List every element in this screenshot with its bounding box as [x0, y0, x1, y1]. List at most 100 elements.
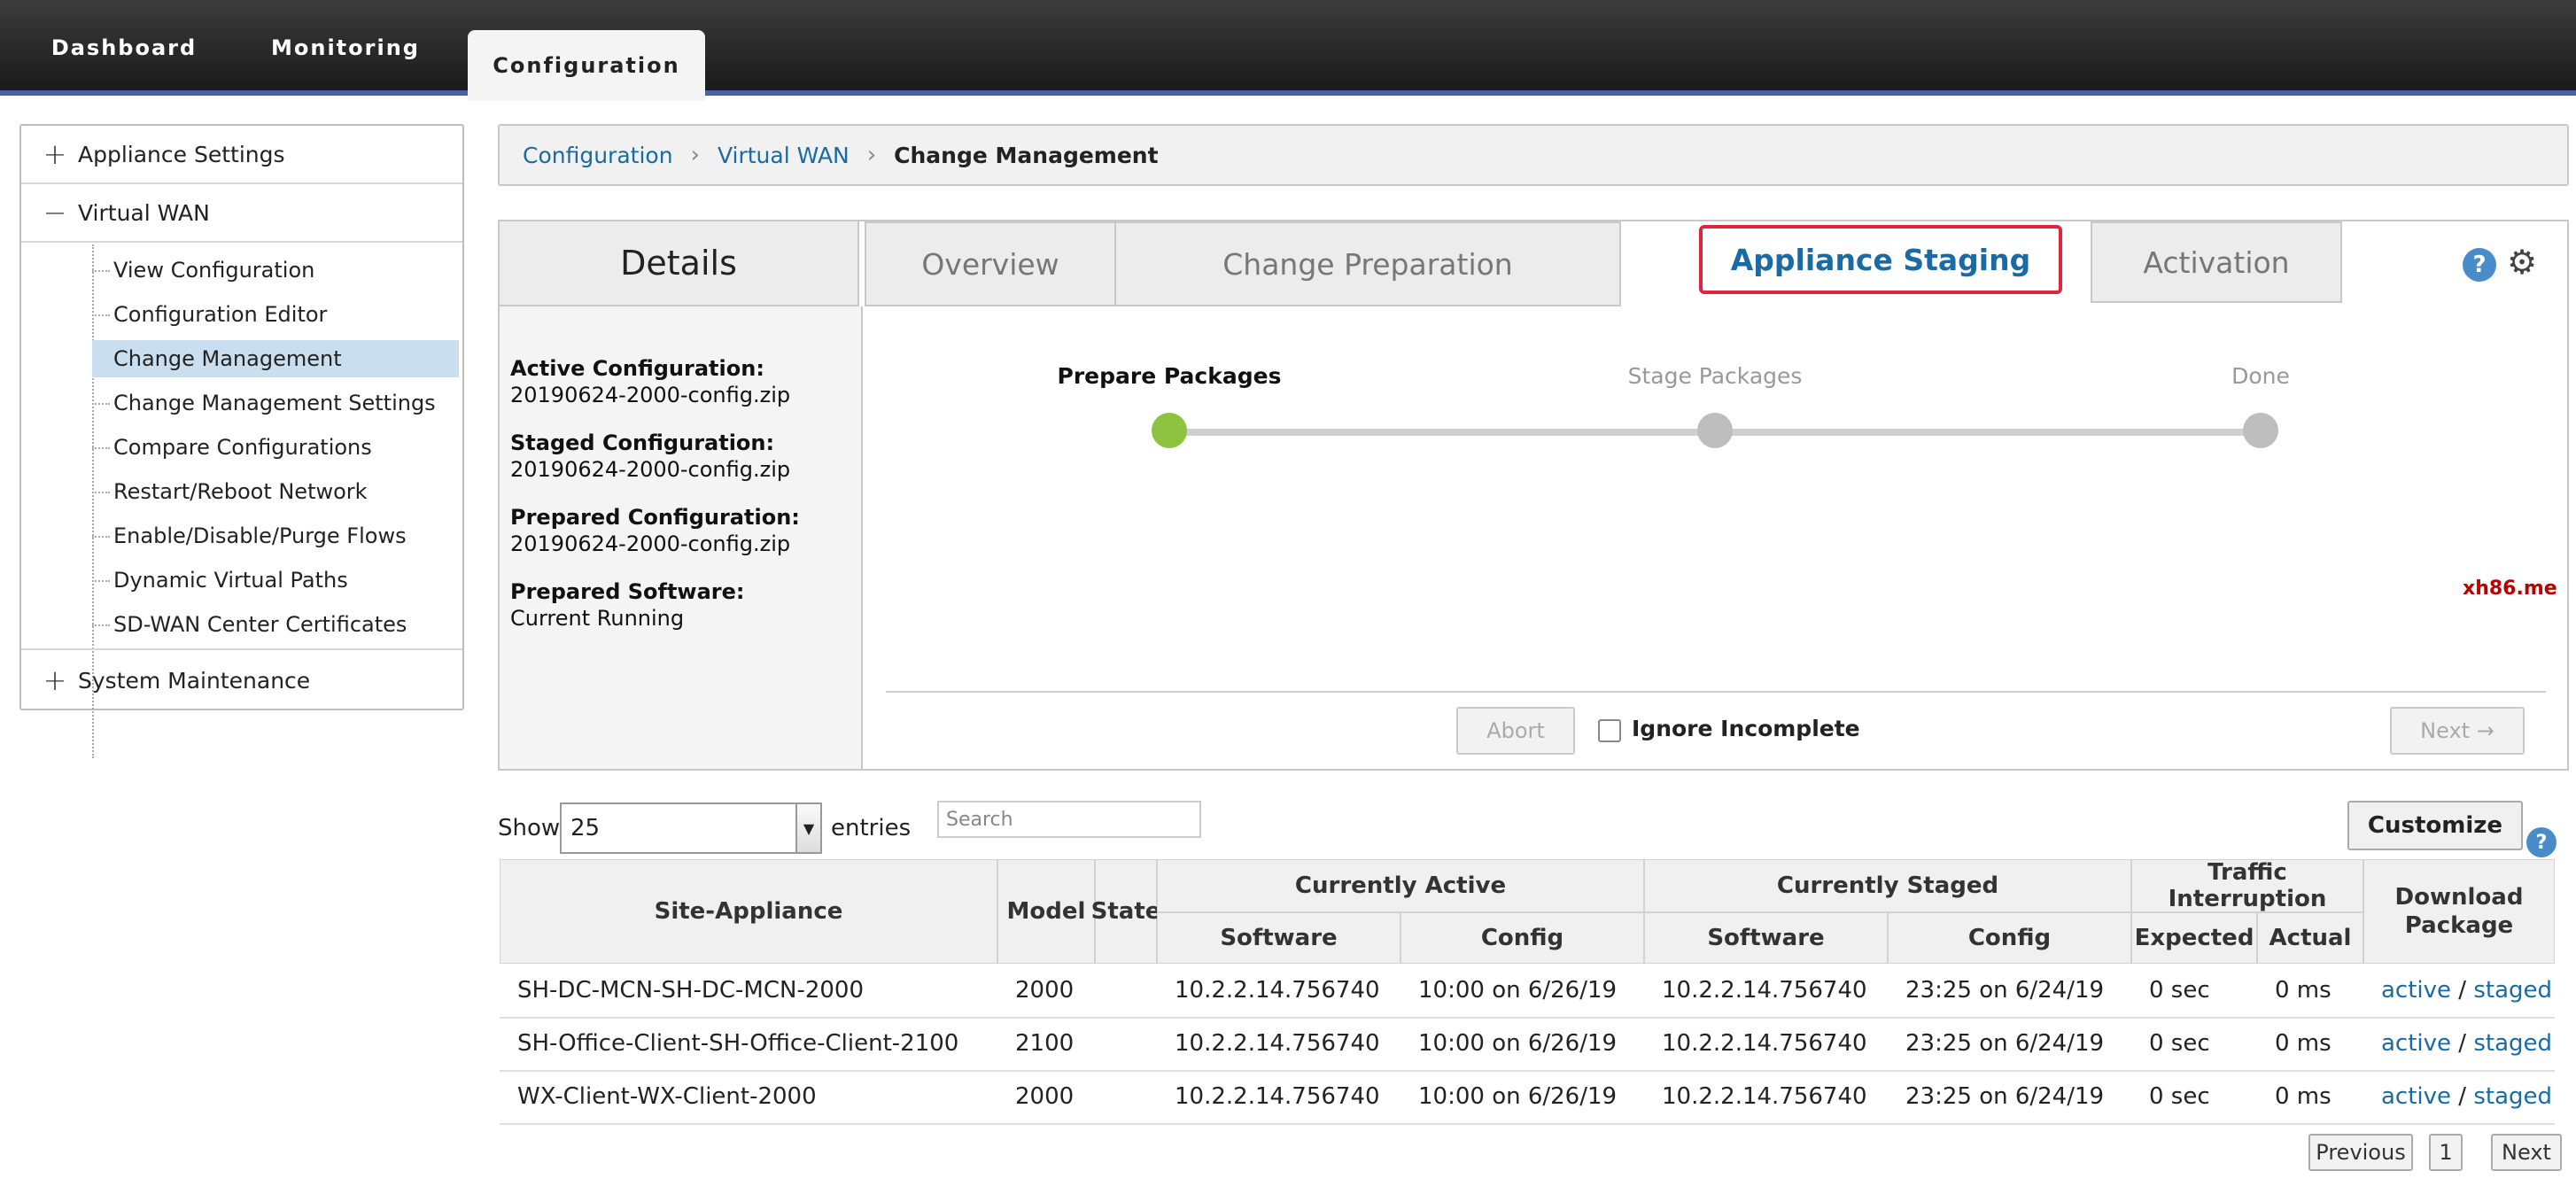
- tab-activation[interactable]: Activation: [2091, 221, 2342, 303]
- tab-appliance-staging[interactable]: Appliance Staging: [1699, 225, 2062, 294]
- pagination-page-1[interactable]: 1: [2429, 1134, 2463, 1171]
- cell-expected: 0 sec: [2149, 1083, 2210, 1110]
- download-staged-link[interactable]: staged: [2473, 1030, 2552, 1057]
- watermark-text: xh86.me: [2463, 578, 2557, 600]
- active-configuration-value: 20190624-2000-config.zip: [510, 383, 791, 407]
- help-icon[interactable]: ?: [2526, 827, 2557, 857]
- sidebar-item-sd-wan-center-certificates[interactable]: SD-WAN Center Certificates: [92, 606, 478, 643]
- cell-download-package: active / staged: [2363, 1070, 2555, 1123]
- tab-overview[interactable]: Overview: [865, 221, 1116, 306]
- search-input[interactable]: Search: [937, 801, 1201, 838]
- row-divider: [500, 1123, 2555, 1125]
- column-header-state[interactable]: State: [1091, 859, 1160, 964]
- column-header-model[interactable]: Model: [997, 859, 1095, 964]
- cell-expected: 0 sec: [2149, 1030, 2210, 1057]
- breadcrumb-link-virtual-wan[interactable]: Virtual WAN: [718, 143, 850, 168]
- column-header-staged-config[interactable]: Config: [1888, 912, 2131, 964]
- nav-tab-configuration[interactable]: Configuration: [468, 30, 705, 101]
- plus-icon: +: [43, 137, 67, 171]
- download-active-link[interactable]: active: [2381, 977, 2451, 1004]
- nav-tab-monitoring[interactable]: Monitoring: [248, 0, 443, 96]
- cell-expected: 0 sec: [2149, 977, 2210, 1004]
- cell-active-config: 10:00 on 6/26/19: [1418, 977, 1618, 1004]
- cell-active-software: 10.2.2.14.756740: [1175, 1083, 1380, 1110]
- cell-active-software: 10.2.2.14.756740: [1175, 977, 1380, 1004]
- download-active-link[interactable]: active: [2381, 1083, 2451, 1110]
- download-staged-link[interactable]: staged: [2473, 977, 2552, 1004]
- sidebar-section-virtual-wan[interactable]: − Virtual WAN: [21, 184, 462, 241]
- breadcrumb-current: Change Management: [894, 142, 1159, 168]
- staged-configuration-label: Staged Configuration:: [510, 430, 775, 455]
- sidebar-item-view-configuration[interactable]: View Configuration: [92, 252, 478, 289]
- pagination-previous-button[interactable]: Previous: [2308, 1134, 2413, 1171]
- download-staged-link[interactable]: staged: [2473, 1083, 2552, 1110]
- entries-select[interactable]: 25 ▼: [560, 802, 822, 854]
- cell-staged-software: 10.2.2.14.756740: [1662, 977, 1867, 1004]
- ignore-incomplete-label[interactable]: Ignore Incomplete: [1632, 716, 1860, 741]
- sidebar-item-enable-disable-purge-flows[interactable]: Enable/Disable/Purge Flows: [92, 517, 478, 554]
- next-step-button[interactable]: Next →: [2390, 707, 2525, 755]
- breadcrumb-link-configuration[interactable]: Configuration: [523, 143, 673, 168]
- sidebar-section-system-maintenance[interactable]: + System Maintenance: [21, 652, 462, 709]
- step-marker-prepare-packages: [1152, 413, 1187, 448]
- column-header-staged-software[interactable]: Software: [1644, 912, 1888, 964]
- download-active-link[interactable]: active: [2381, 1030, 2451, 1057]
- column-header-download-package[interactable]: Download Package: [2363, 859, 2555, 964]
- ignore-incomplete-checkbox[interactable]: [1598, 719, 1621, 742]
- abort-button[interactable]: Abort: [1456, 707, 1575, 755]
- sidebar-section-appliance-settings[interactable]: + Appliance Settings: [21, 126, 462, 182]
- step-label-stage-packages: Stage Packages: [1627, 363, 1803, 389]
- sidebar-item-dynamic-virtual-paths[interactable]: Dynamic Virtual Paths: [92, 562, 478, 599]
- column-header-actual[interactable]: Actual: [2257, 912, 2363, 964]
- pagination-next-button[interactable]: Next: [2491, 1134, 2562, 1171]
- sidebar-item-change-management[interactable]: Change Management: [92, 340, 459, 377]
- sidebar-section-label: Virtual WAN: [78, 199, 210, 226]
- chevron-down-icon[interactable]: ▼: [795, 804, 820, 852]
- divider: [21, 648, 462, 650]
- staged-configuration-value: 20190624-2000-config.zip: [510, 457, 791, 482]
- show-label: Show: [498, 815, 561, 841]
- cell-actual: 0 ms: [2275, 1083, 2332, 1110]
- nav-tab-dashboard[interactable]: Dashboard: [27, 0, 221, 96]
- breadcrumb: Configuration › Virtual WAN › Change Man…: [498, 124, 2569, 186]
- column-header-active-software[interactable]: Software: [1157, 912, 1401, 964]
- step-marker-done: [2243, 413, 2278, 448]
- cell-download-package: active / staged: [2363, 964, 2555, 1017]
- cell-active-config: 10:00 on 6/26/19: [1418, 1030, 1618, 1057]
- cell-model: 2100: [1015, 1030, 1075, 1057]
- cell-model: 2000: [1015, 977, 1075, 1004]
- prepared-configuration-label: Prepared Configuration:: [510, 505, 800, 530]
- column-group-currently-active: Currently Active: [1157, 859, 1644, 912]
- divider: [21, 241, 462, 243]
- cell-actual: 0 ms: [2275, 977, 2332, 1004]
- chevron-right-icon: ›: [866, 142, 877, 168]
- column-group-currently-staged: Currently Staged: [1644, 859, 2131, 912]
- cell-staged-config: 23:25 on 6/24/19: [1905, 1083, 2105, 1110]
- cell-staged-config: 23:25 on 6/24/19: [1905, 977, 2105, 1004]
- gear-icon[interactable]: ⚙: [2507, 243, 2537, 282]
- tab-change-preparation[interactable]: Change Preparation: [1114, 221, 1621, 306]
- download-separator: /: [2458, 1083, 2467, 1110]
- sidebar-section-label: System Maintenance: [78, 667, 311, 694]
- cell-actual: 0 ms: [2275, 1030, 2332, 1057]
- help-icon[interactable]: ?: [2463, 248, 2496, 282]
- sidebar-item-change-management-settings[interactable]: Change Management Settings: [92, 384, 478, 422]
- column-header-site-appliance[interactable]: Site-Appliance: [500, 859, 997, 964]
- step-marker-stage-packages: [1697, 413, 1733, 448]
- sidebar-item-compare-configurations[interactable]: Compare Configurations: [92, 429, 478, 466]
- active-configuration-label: Active Configuration:: [510, 356, 764, 381]
- sidebar-item-configuration-editor[interactable]: Configuration Editor: [92, 296, 478, 333]
- column-group-traffic-interruption: Traffic Interruption: [2131, 859, 2363, 912]
- entries-label: entries: [831, 815, 912, 841]
- step-label-prepare-packages: Prepare Packages: [1057, 363, 1282, 389]
- column-header-active-config[interactable]: Config: [1401, 912, 1644, 964]
- cell-state: [1095, 964, 1157, 1017]
- sidebar: + Appliance Settings − Virtual WAN View …: [19, 124, 464, 758]
- cell-staged-software: 10.2.2.14.756740: [1662, 1083, 1867, 1110]
- cell-staged-config: 23:25 on 6/24/19: [1905, 1030, 2105, 1057]
- customize-button[interactable]: Customize: [2347, 801, 2523, 850]
- sidebar-item-restart-reboot-network[interactable]: Restart/Reboot Network: [92, 473, 478, 510]
- column-header-expected[interactable]: Expected: [2131, 912, 2257, 964]
- chevron-right-icon: ›: [690, 142, 700, 168]
- plus-icon: +: [43, 663, 67, 697]
